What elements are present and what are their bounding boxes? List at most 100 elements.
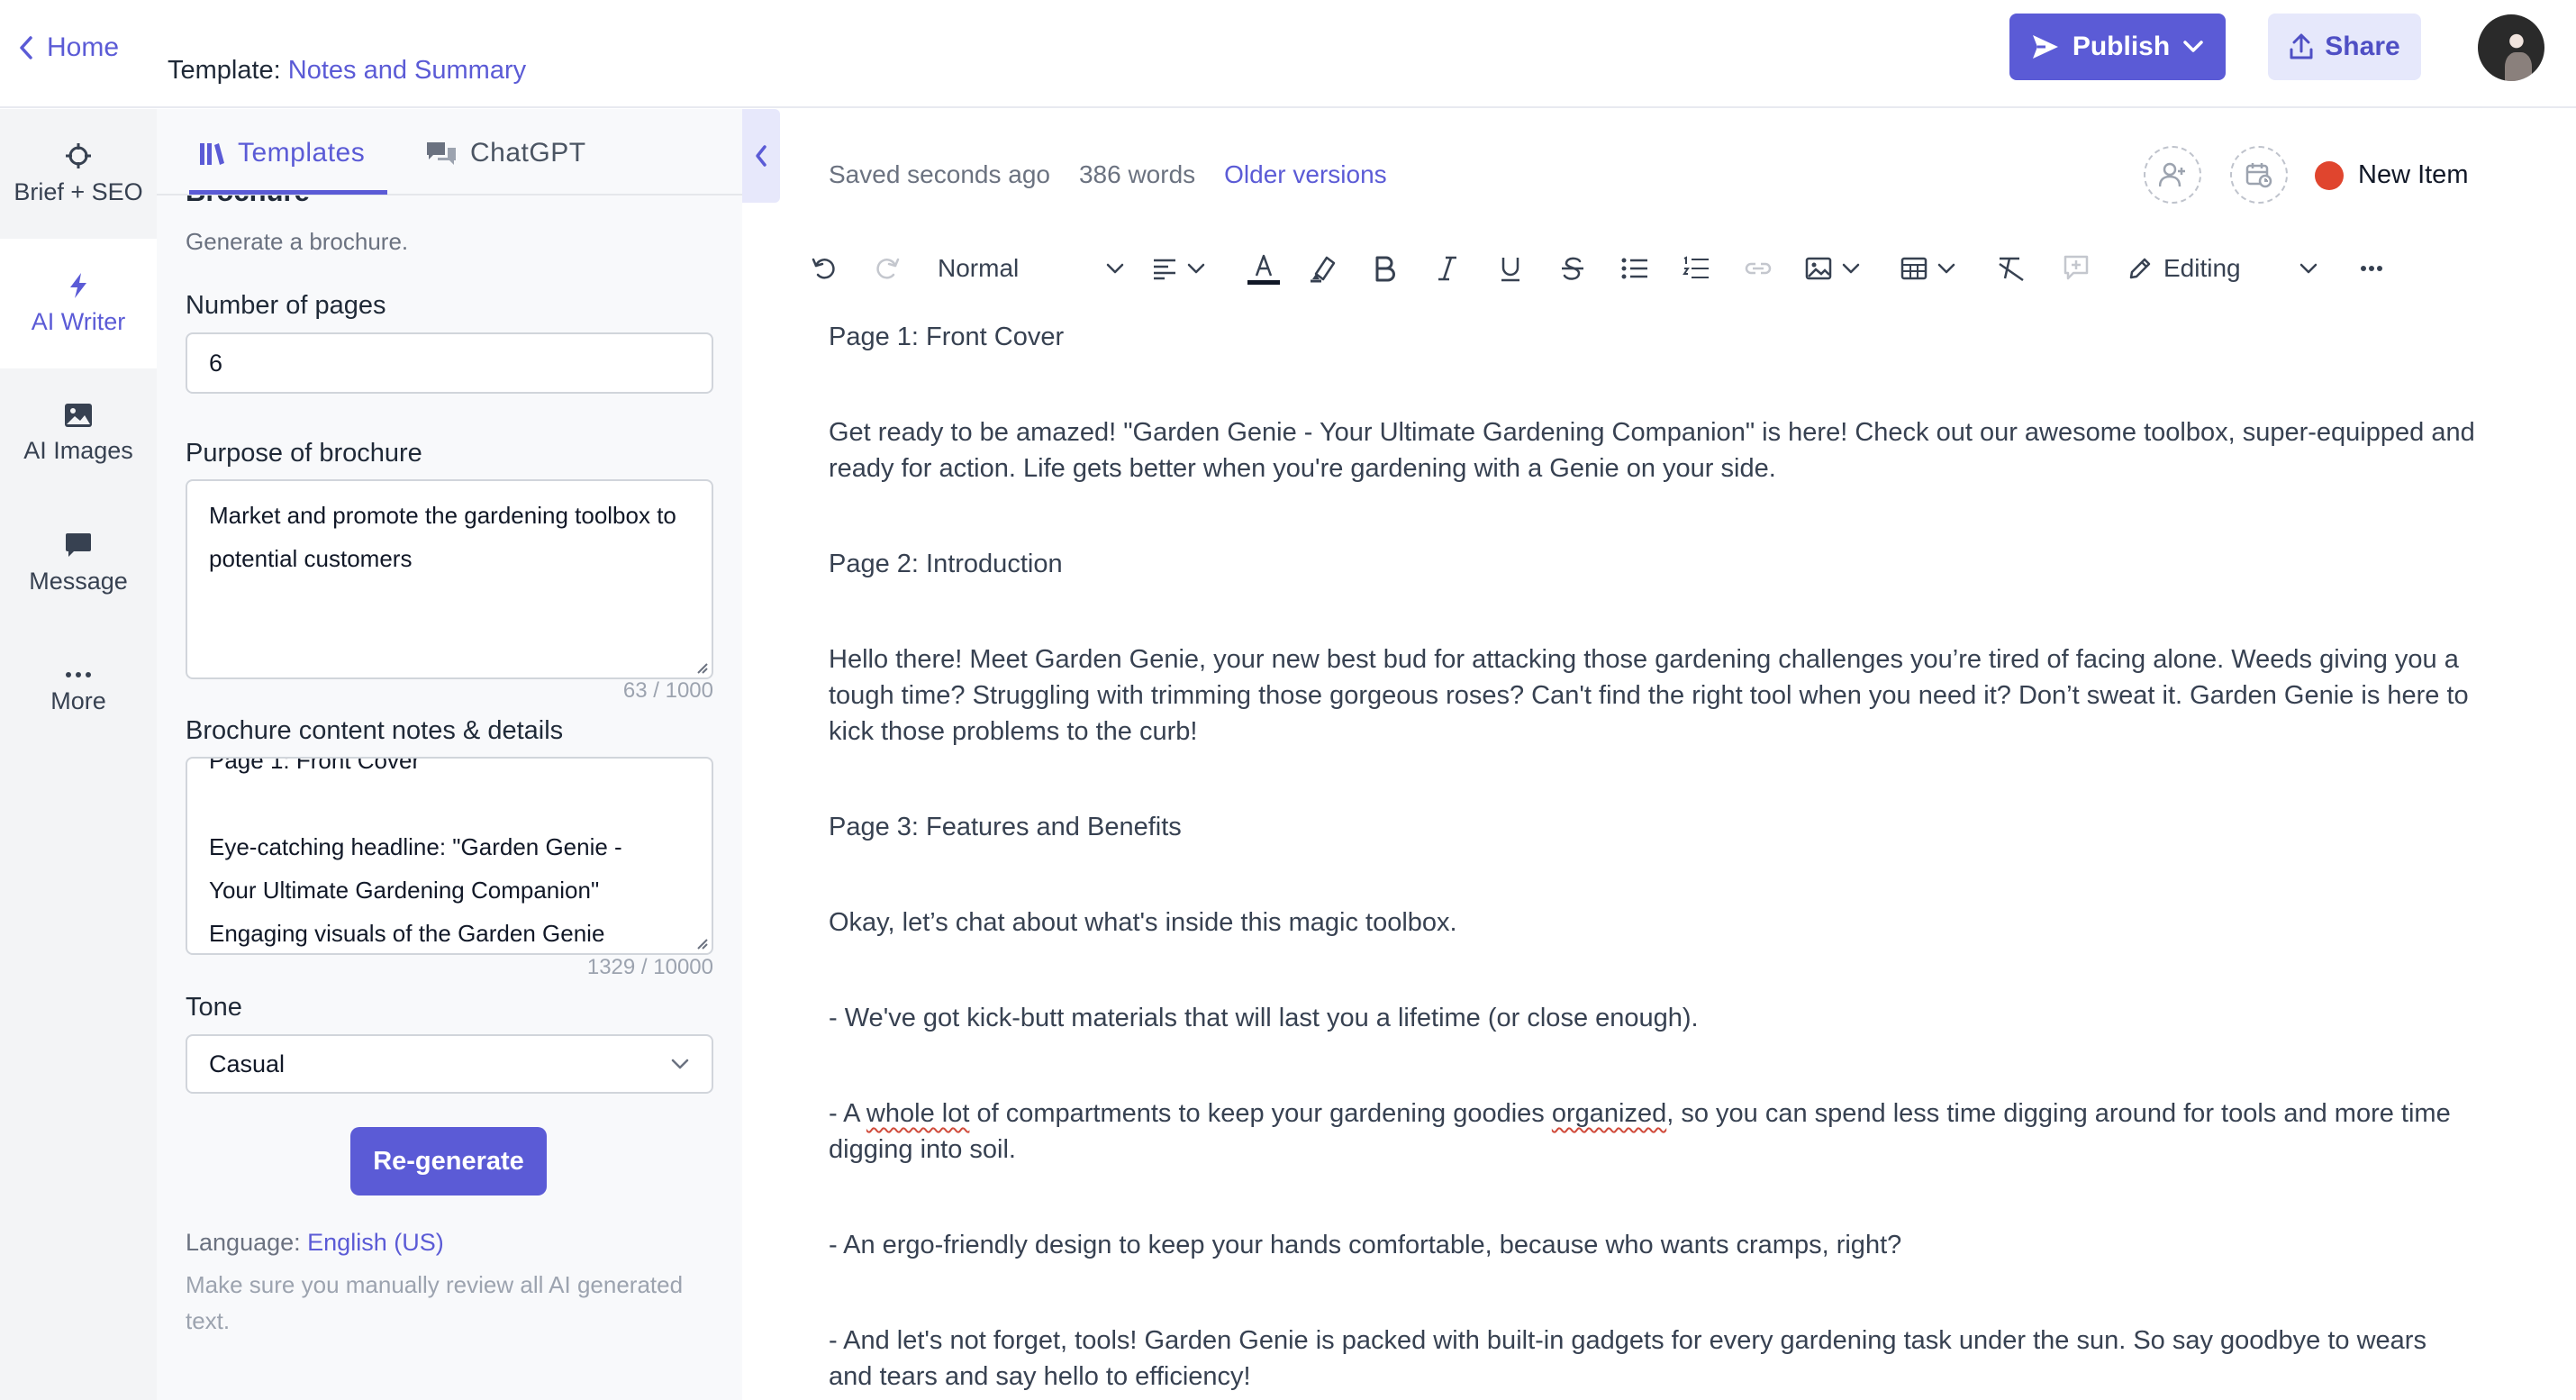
chevron-down-icon xyxy=(1186,262,1206,275)
tone-select[interactable]: Casual xyxy=(186,1034,713,1094)
clear-formatting-button[interactable] xyxy=(1996,249,2027,288)
ai-writer-panel: Templates ChatGPT Brochure Generate a br… xyxy=(157,109,742,1400)
pages-input[interactable] xyxy=(186,332,713,394)
tab-templates[interactable]: Templates xyxy=(198,138,365,168)
align-dropdown[interactable] xyxy=(1152,249,1206,288)
numbered-list-button[interactable] xyxy=(1683,249,1710,288)
notes-label: Brochure content notes & details xyxy=(186,716,564,745)
strikethrough-button[interactable] xyxy=(1560,249,1585,288)
rail-item-ai-writer[interactable]: AI Writer xyxy=(0,239,157,368)
more-options-button[interactable] xyxy=(2360,249,2383,288)
status-label: New Item xyxy=(2358,160,2469,189)
regenerate-button[interactable]: Re-generate xyxy=(350,1127,547,1195)
chat-bubbles-icon xyxy=(425,140,458,167)
purpose-textarea[interactable]: Market and promote the gardening toolbox… xyxy=(186,479,713,679)
notes-line: Your Ultimate Gardening Companion" xyxy=(209,877,600,904)
assign-user-button[interactable] xyxy=(2144,146,2201,204)
template-label: Template: Notes and Summary xyxy=(168,56,526,86)
chevron-down-icon xyxy=(1105,262,1125,275)
link-button[interactable] xyxy=(1744,249,1773,288)
bold-icon xyxy=(1374,255,1397,282)
chat-bubble-icon xyxy=(65,532,92,559)
notes-line xyxy=(209,782,690,825)
italic-button[interactable] xyxy=(1437,249,1458,288)
underline-button[interactable] xyxy=(1499,249,1522,288)
highlight-button[interactable] xyxy=(1309,249,1339,288)
share-label: Share xyxy=(2325,32,2400,61)
editor-toolbar: Normal Editing xyxy=(811,243,2405,294)
language-prefix: Language: xyxy=(186,1229,301,1256)
status-selector[interactable]: New Item xyxy=(2315,160,2468,190)
font-color-button[interactable] xyxy=(1246,249,1282,288)
text-style-dropdown[interactable]: Normal xyxy=(938,249,1125,288)
rail-item-brief-seo[interactable]: Brief + SEO xyxy=(0,109,157,239)
doc-paragraph: Okay, let’s chat about what's inside thi… xyxy=(829,908,1457,937)
purpose-counter: 63 / 1000 xyxy=(622,678,713,703)
calendar-icon xyxy=(2245,161,2272,188)
bullet-list-button[interactable] xyxy=(1621,249,1648,288)
schedule-button[interactable] xyxy=(2230,146,2288,204)
add-comment-button[interactable] xyxy=(2063,249,2090,288)
rail-label: Brief + SEO xyxy=(14,177,143,205)
editing-mode-dropdown[interactable]: Editing xyxy=(2127,249,2318,288)
word-count: 386 words xyxy=(1078,160,1196,188)
comment-icon xyxy=(2063,255,2090,282)
doc-paragraph: Page 1: Front Cover xyxy=(829,323,1065,351)
rail-label: Message xyxy=(29,567,128,595)
undo-button[interactable] xyxy=(811,249,838,288)
redo-icon xyxy=(874,255,901,282)
template-name-link[interactable]: Notes and Summary xyxy=(288,56,526,85)
publish-button[interactable]: Publish xyxy=(2009,14,2226,80)
more-dots-icon xyxy=(65,671,92,678)
notes-line: Engaging visuals of the Garden Genie xyxy=(209,920,605,947)
rail-item-message[interactable]: Message xyxy=(0,498,157,628)
table-icon xyxy=(1900,257,1927,280)
language-link[interactable]: English (US) xyxy=(307,1229,444,1256)
doc-paragraph: - We've got kick-butt materials that wil… xyxy=(829,1004,1699,1032)
rail-label: AI Images xyxy=(23,436,133,464)
chevron-down-icon xyxy=(670,1058,690,1070)
purpose-text: Market and promote the gardening toolbox… xyxy=(209,502,676,572)
more-dots-icon xyxy=(2360,265,2383,272)
font-color-icon xyxy=(1246,250,1282,286)
resize-grip-icon[interactable] xyxy=(694,659,708,674)
rail-label: More xyxy=(50,686,106,714)
send-icon xyxy=(2031,33,2060,60)
add-user-icon xyxy=(2159,162,2186,187)
numbered-list-icon xyxy=(1683,256,1710,281)
italic-icon xyxy=(1437,255,1458,282)
status-color-dot xyxy=(2315,160,2344,190)
rail-item-more[interactable]: More xyxy=(0,628,157,758)
home-link[interactable]: Home xyxy=(18,32,119,63)
older-versions-link[interactable]: Older versions xyxy=(1224,160,1387,189)
panel-tabs: Templates ChatGPT xyxy=(157,109,742,195)
bullet-list-icon xyxy=(1621,257,1648,280)
share-button[interactable]: Share xyxy=(2268,14,2421,80)
collapse-panel-button[interactable] xyxy=(742,109,780,203)
spelling-flag[interactable]: whole lot xyxy=(866,1099,969,1128)
doc-paragraph: Hello there! Meet Garden Genie, your new… xyxy=(829,645,2469,746)
template-prefix: Template: xyxy=(168,56,281,85)
home-label: Home xyxy=(47,32,120,62)
redo-button[interactable] xyxy=(874,249,901,288)
editing-mode-value: Editing xyxy=(2163,254,2241,282)
spelling-flag[interactable]: organized xyxy=(1552,1099,1666,1128)
insert-image-dropdown[interactable] xyxy=(1805,249,1861,288)
insert-table-dropdown[interactable] xyxy=(1900,249,1956,288)
left-rail: Brief + SEO AI Writer AI Images Message … xyxy=(0,109,157,1400)
document-content[interactable]: Page 1: Front Cover Get ready to be amaz… xyxy=(829,319,2477,1400)
chevron-down-icon xyxy=(1937,262,1956,275)
doc-paragraph: - An ergo-friendly design to keep your h… xyxy=(829,1231,1902,1259)
resize-grip-icon[interactable] xyxy=(694,935,708,950)
bold-button[interactable] xyxy=(1374,249,1397,288)
rail-label: AI Writer xyxy=(31,307,126,335)
doc-paragraph: Page 2: Introduction xyxy=(829,550,1063,578)
rail-item-ai-images[interactable]: AI Images xyxy=(0,368,157,498)
notes-textarea[interactable]: Page 1: Front Cover Eye-catching headlin… xyxy=(186,757,713,955)
notes-counter: 1329 / 10000 xyxy=(586,955,713,979)
align-left-icon xyxy=(1152,257,1177,280)
tab-label: Templates xyxy=(238,138,366,168)
notes-line: Page 1: Front Cover xyxy=(209,757,421,774)
tab-chatgpt[interactable]: ChatGPT xyxy=(425,138,586,168)
user-avatar[interactable] xyxy=(2478,14,2544,81)
